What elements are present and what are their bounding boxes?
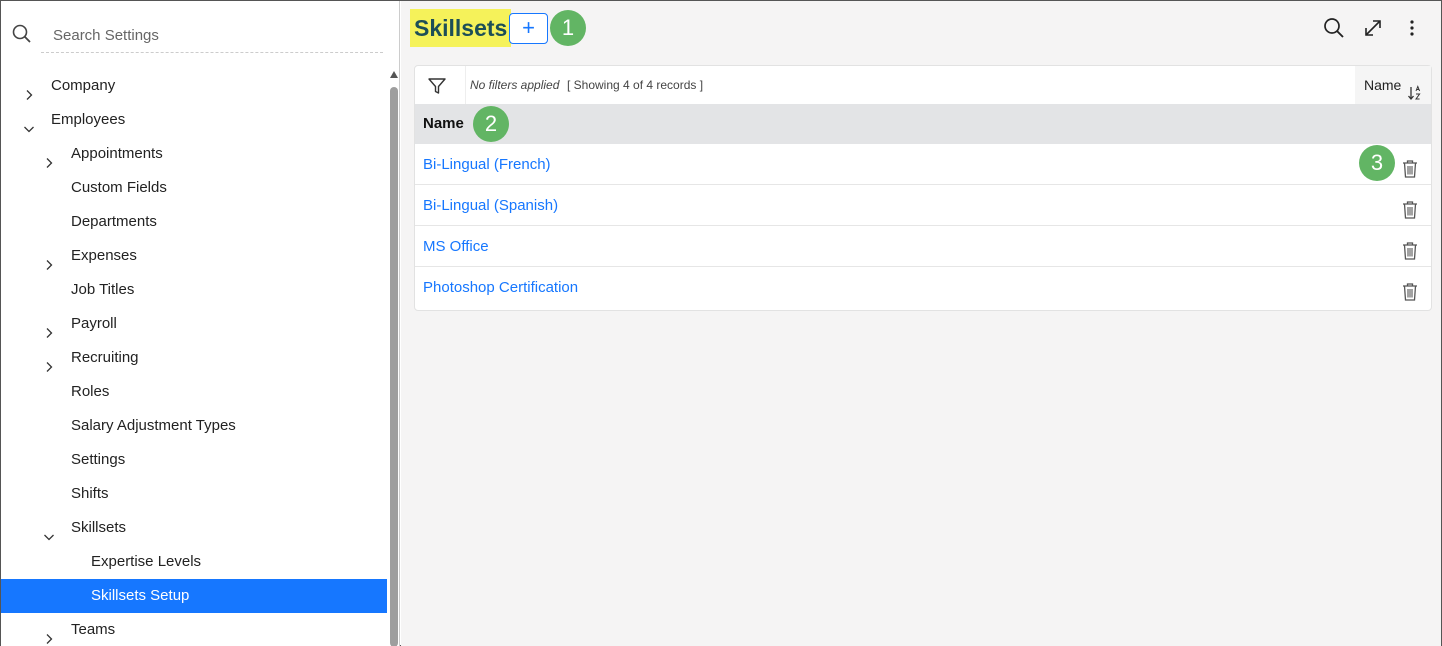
search-settings-input[interactable] <box>41 19 383 53</box>
sidebar-item-label: Expenses <box>71 247 137 264</box>
table-row: Bi-Lingual (Spanish) <box>415 185 1431 226</box>
sidebar-item-label: Skillsets Setup <box>91 587 190 604</box>
sidebar-item-label: Settings <box>71 451 126 468</box>
sidebar-item-label: Payroll <box>71 315 117 332</box>
skillset-name-link[interactable]: Bi-Lingual (French) <box>423 144 551 185</box>
filter-bar: No filters applied [ Showing 4 of 4 reco… <box>415 66 1431 104</box>
sidebar-item-company[interactable]: Company <box>1 69 387 103</box>
skillset-name-link[interactable]: Photoshop Certification <box>423 267 578 308</box>
sidebar-item-recruiting[interactable]: Recruiting <box>1 341 387 375</box>
sidebar-item-expenses[interactable]: Expenses <box>1 239 387 273</box>
search-icon[interactable] <box>1323 17 1345 39</box>
sidebar-item-payroll[interactable]: Payroll <box>1 307 387 341</box>
sidebar-item-label: Shifts <box>71 485 109 502</box>
search-icon <box>11 23 33 45</box>
sidebar-item-departments[interactable]: Departments <box>1 205 387 239</box>
sidebar-item-custom-fields[interactable]: Custom Fields <box>1 171 387 205</box>
scroll-thumb[interactable] <box>390 87 398 646</box>
chevron-right-icon[interactable] <box>43 352 55 372</box>
sidebar-item-teams[interactable]: Teams <box>1 613 387 646</box>
sidebar-item-label: Salary Adjustment Types <box>71 417 236 434</box>
chevron-right-icon[interactable] <box>43 250 55 270</box>
table-row: Photoshop Certification <box>415 267 1431 308</box>
sidebar-item-label: Skillsets <box>71 519 127 536</box>
callout-badge-2: 2 <box>473 106 509 142</box>
sidebar-item-label: Company <box>51 77 116 94</box>
sidebar-item-label: Employees <box>51 111 126 128</box>
table-row: MS Office <box>415 226 1431 267</box>
sort-by-name-button[interactable]: Name <box>1355 66 1431 104</box>
sidebar-item-employees[interactable]: Employees <box>1 103 387 137</box>
page-title: Skillsets <box>410 9 512 47</box>
settings-search <box>1 15 400 55</box>
sidebar-item-shifts[interactable]: Shifts <box>1 477 387 511</box>
sidebar-item-skillsets-setup[interactable]: Skillsets Setup <box>1 579 387 613</box>
settings-tree: Company Employees Appointments Custom Field… <box>1 69 387 646</box>
sidebar-item-label: Appointments <box>71 145 163 162</box>
sidebar-item-label: Departments <box>71 213 157 230</box>
chevron-right-icon[interactable] <box>43 148 55 168</box>
trash-icon[interactable] <box>1401 277 1419 301</box>
divider <box>465 66 466 104</box>
column-header-label: Name <box>423 115 464 132</box>
sidebar-item-label: Custom Fields <box>71 179 167 196</box>
main-panel: Skillsets + 1 No filters applied [ Showi… <box>401 1 1441 646</box>
sidebar-item-salary-adjustment-types[interactable]: Salary Adjustment Types <box>1 409 387 443</box>
chevron-down-icon[interactable] <box>43 522 55 541</box>
record-count: [ Showing 4 of 4 records ] <box>567 78 704 92</box>
sort-label: Name <box>1364 77 1402 93</box>
trash-icon[interactable] <box>1401 195 1419 219</box>
settings-sidebar: Company Employees Appointments Custom Field… <box>1 1 400 646</box>
more-options-icon[interactable] <box>1401 17 1423 39</box>
skillsets-grid: No filters applied [ Showing 4 of 4 reco… <box>414 65 1432 311</box>
sidebar-item-label: Teams <box>71 621 116 638</box>
callout-badge-3: 3 <box>1359 145 1395 181</box>
skillset-name-link[interactable]: Bi-Lingual (Spanish) <box>423 185 558 226</box>
scroll-up-arrow-icon[interactable] <box>390 71 398 78</box>
sidebar-item-appointments[interactable]: Appointments <box>1 137 387 171</box>
add-skillset-button[interactable]: + <box>509 13 548 44</box>
sidebar-item-label: Recruiting <box>71 349 139 366</box>
filter-icon[interactable] <box>427 76 447 96</box>
expand-icon[interactable] <box>1362 17 1384 39</box>
sidebar-item-job-titles[interactable]: Job Titles <box>1 273 387 307</box>
sidebar-item-label: Roles <box>71 383 110 400</box>
sidebar-item-settings[interactable]: Settings <box>1 443 387 477</box>
sidebar-item-label: Job Titles <box>71 281 135 298</box>
sidebar-item-label: Expertise Levels <box>91 553 202 570</box>
sidebar-scrollbar[interactable] <box>388 71 400 646</box>
chevron-right-icon[interactable] <box>43 624 55 644</box>
table-row: Bi-Lingual (French) <box>415 144 1431 185</box>
sidebar-item-skillsets[interactable]: Skillsets <box>1 511 387 545</box>
skillset-name-link[interactable]: MS Office <box>423 226 489 267</box>
trash-icon[interactable] <box>1401 154 1419 178</box>
chevron-right-icon[interactable] <box>43 318 55 338</box>
sidebar-item-expertise-levels[interactable]: Expertise Levels <box>1 545 387 579</box>
trash-icon[interactable] <box>1401 236 1419 260</box>
chevron-down-icon[interactable] <box>23 114 35 133</box>
chevron-right-icon[interactable] <box>23 80 35 100</box>
callout-badge-1: 1 <box>550 10 586 46</box>
filter-status: No filters applied <box>470 78 560 92</box>
name-column-header[interactable]: Name <box>415 104 1431 144</box>
sort-ascending-icon <box>1407 77 1423 101</box>
sidebar-item-roles[interactable]: Roles <box>1 375 387 409</box>
